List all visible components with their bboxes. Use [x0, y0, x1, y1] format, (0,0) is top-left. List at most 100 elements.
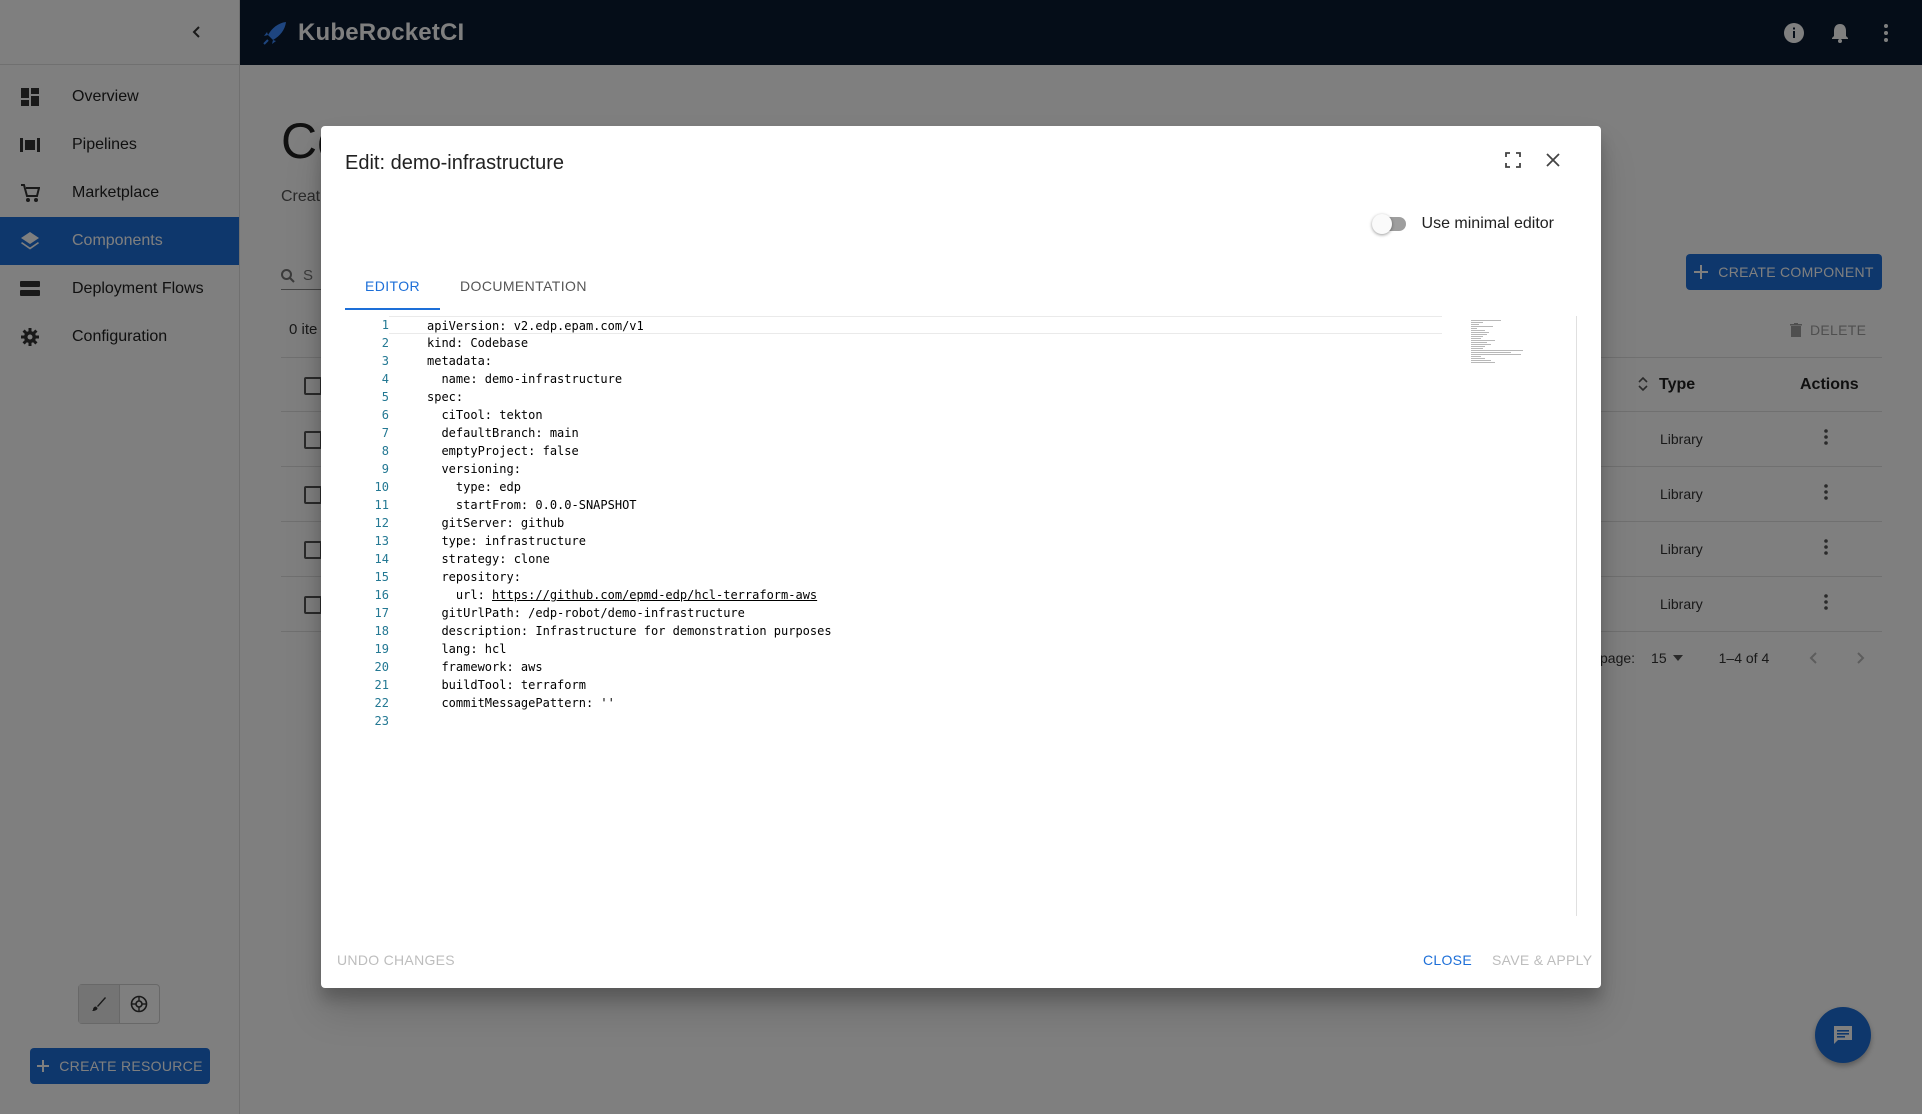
tab-editor[interactable]: EDITOR	[345, 262, 441, 310]
code-text: defaultBranch: main	[427, 426, 579, 440]
code-line-content: description: Infrastructure for demonstr…	[389, 622, 1442, 640]
tab-documentation[interactable]: DOCUMENTATION	[440, 262, 607, 310]
code-line-content: gitUrlPath: /edp-robot/demo-infrastructu…	[389, 604, 1442, 622]
line-number: 2	[381, 336, 389, 350]
line-number: 19	[374, 642, 389, 656]
code-text: ciTool: tekton	[427, 408, 543, 422]
line-number: 9	[381, 462, 389, 476]
code-line[interactable]: 18 description: Infrastructure for demon…	[345, 622, 1576, 640]
line-number: 12	[374, 516, 389, 530]
code-line[interactable]: 16 url: https://github.com/epmd-edp/hcl-…	[345, 586, 1576, 604]
code-text: strategy: clone	[427, 552, 550, 566]
line-number: 21	[374, 678, 389, 692]
code-line[interactable]: 19 lang: hcl	[345, 640, 1576, 658]
code-text: buildTool: terraform	[427, 678, 586, 692]
code-line-content: emptyProject: false	[389, 442, 1442, 460]
save-apply-button[interactable]: SAVE & APPLY	[1492, 952, 1592, 968]
code-text: type: infrastructure	[427, 534, 586, 548]
code-link[interactable]: https://github.com/epmd-edp/hcl-terrafor…	[492, 588, 817, 602]
code-text: emptyProject: false	[427, 444, 579, 458]
line-number: 10	[374, 480, 389, 494]
line-number: 8	[381, 444, 389, 458]
line-number: 23	[374, 714, 389, 728]
line-number: 7	[381, 426, 389, 440]
code-line[interactable]: 3 metadata:	[345, 352, 1576, 370]
code-line[interactable]: 2 kind: Codebase	[345, 334, 1576, 352]
code-line[interactable]: 1 apiVersion: v2.edp.epam.com/v1	[345, 316, 1576, 334]
code-text: repository:	[427, 570, 521, 584]
code-text: type: edp	[427, 480, 521, 494]
code-text: startFrom: 0.0.0-SNAPSHOT	[427, 498, 637, 512]
close-icon[interactable]	[1541, 148, 1565, 172]
code-line[interactable]: 10 type: edp	[345, 478, 1576, 496]
code-line[interactable]: 6 ciTool: tekton	[345, 406, 1576, 424]
code-line-content	[389, 712, 1442, 730]
code-line-content: metadata:	[389, 352, 1442, 370]
code-line-content: type: edp	[389, 478, 1442, 496]
code-line-content: defaultBranch: main	[389, 424, 1442, 442]
minimal-editor-toggle[interactable]: Use minimal editor	[1371, 214, 1554, 234]
code-line[interactable]: 5 spec:	[345, 388, 1576, 406]
line-number: 18	[374, 624, 389, 638]
code-line[interactable]: 12 gitServer: github	[345, 514, 1576, 532]
code-line[interactable]: 23	[345, 712, 1576, 730]
toggle-switch[interactable]	[1371, 214, 1408, 234]
dialog-tabs: EDITOR DOCUMENTATION	[345, 262, 607, 310]
edit-dialog: Edit: demo-infrastructure Use minimal ed…	[321, 126, 1601, 988]
code-lines: 1 apiVersion: v2.edp.epam.com/v1 2 kind: Co…	[345, 316, 1576, 730]
code-text: lang: hcl	[427, 642, 507, 656]
editor-minimap[interactable]	[1471, 320, 1531, 364]
line-number: 1	[381, 318, 389, 332]
code-line-content: kind: Codebase	[389, 334, 1442, 352]
line-number: 17	[374, 606, 389, 620]
undo-changes-button[interactable]: UNDO CHANGES	[337, 952, 455, 968]
code-text: gitServer: github	[427, 516, 565, 530]
line-number: 14	[374, 552, 389, 566]
line-number: 3	[381, 354, 389, 368]
code-text: kind: Codebase	[427, 336, 529, 350]
code-text: spec:	[427, 390, 464, 404]
dialog-actions: UNDO CHANGES CLOSE SAVE & APPLY	[321, 936, 1601, 988]
code-line-content: ciTool: tekton	[389, 406, 1442, 424]
code-text: name: demo-infrastructure	[427, 372, 623, 386]
line-number: 13	[374, 534, 389, 548]
code-text: versioning:	[427, 462, 521, 476]
yaml-code-editor[interactable]: 1 apiVersion: v2.edp.epam.com/v1 2 kind: Co…	[345, 316, 1577, 916]
code-line[interactable]: 15 repository:	[345, 568, 1576, 586]
code-text: url: https://github.com/epmd-edp/hcl-ter…	[427, 588, 818, 602]
code-line[interactable]: 4 name: demo-infrastructure	[345, 370, 1576, 388]
line-number: 15	[374, 570, 389, 584]
code-line-content: name: demo-infrastructure	[389, 370, 1442, 388]
minimal-editor-label: Use minimal editor	[1421, 215, 1554, 232]
code-line[interactable]: 11 startFrom: 0.0.0-SNAPSHOT	[345, 496, 1576, 514]
fullscreen-icon[interactable]	[1501, 148, 1525, 172]
code-line[interactable]: 14 strategy: clone	[345, 550, 1576, 568]
code-line-content: gitServer: github	[389, 514, 1442, 532]
code-line[interactable]: 9 versioning:	[345, 460, 1576, 478]
code-line[interactable]: 20 framework: aws	[345, 658, 1576, 676]
code-line-content: startFrom: 0.0.0-SNAPSHOT	[389, 496, 1442, 514]
code-line[interactable]: 21 buildTool: terraform	[345, 676, 1576, 694]
code-line-content: type: infrastructure	[389, 532, 1442, 550]
code-line[interactable]: 13 type: infrastructure	[345, 532, 1576, 550]
code-line-content: repository:	[389, 568, 1442, 586]
code-line-content: spec:	[389, 388, 1442, 406]
line-number: 5	[381, 390, 389, 404]
code-text: metadata:	[427, 354, 493, 368]
code-line-content: strategy: clone	[389, 550, 1442, 568]
code-line-content: commitMessagePattern: ''	[389, 694, 1442, 712]
line-number: 11	[374, 498, 389, 512]
code-text: description: Infrastructure for demonstr…	[427, 624, 832, 638]
code-line-content: versioning:	[389, 460, 1442, 478]
code-line[interactable]: 17 gitUrlPath: /edp-robot/demo-infrastru…	[345, 604, 1576, 622]
code-line[interactable]: 8 emptyProject: false	[345, 442, 1576, 460]
code-text: apiVersion: v2.edp.epam.com/v1	[427, 319, 644, 333]
code-line-content: url: https://github.com/epmd-edp/hcl-ter…	[389, 586, 1442, 604]
line-number: 22	[374, 696, 389, 710]
code-line-content: lang: hcl	[389, 640, 1442, 658]
line-number: 16	[374, 588, 389, 602]
line-number: 4	[381, 372, 389, 386]
close-button[interactable]: CLOSE	[1423, 952, 1472, 968]
code-line[interactable]: 22 commitMessagePattern: ''	[345, 694, 1576, 712]
code-line[interactable]: 7 defaultBranch: main	[345, 424, 1576, 442]
